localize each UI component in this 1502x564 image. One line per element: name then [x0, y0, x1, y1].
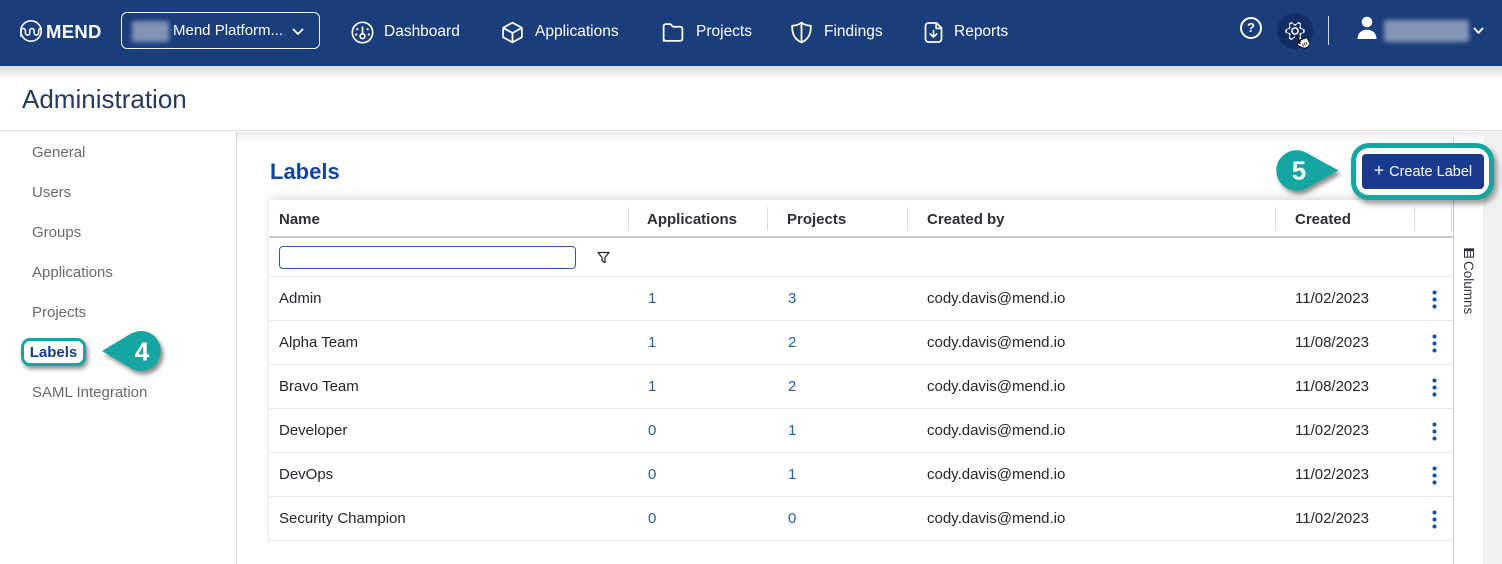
svg-text:5: 5	[1292, 156, 1306, 186]
svg-text:4: 4	[135, 337, 150, 367]
